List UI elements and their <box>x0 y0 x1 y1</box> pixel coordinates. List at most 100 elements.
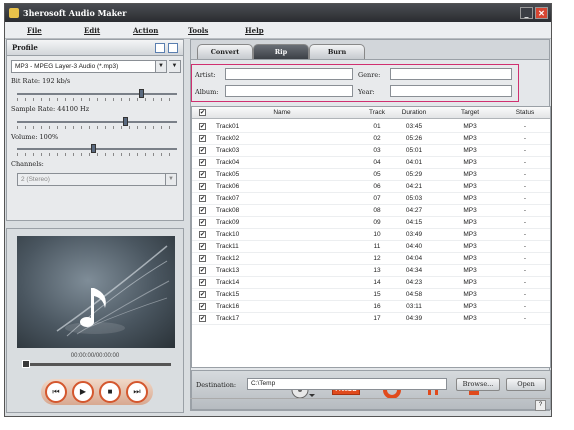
table-row[interactable]: ✔ Track15 15 04:58 MP3 - <box>192 289 550 301</box>
cd-info-box: Artist: Album: Genre: Year: <box>191 64 519 102</box>
table-row[interactable]: ✔ Track12 12 04:04 MP3 - <box>192 253 550 265</box>
track-target: MP3 <box>463 195 477 202</box>
channels-value: 2 (Stereo) <box>21 176 50 183</box>
track-table: ✔ Name Track Duration Target Status ✔ Tra… <box>191 106 551 368</box>
open-button[interactable]: Open <box>506 378 546 391</box>
browse-button[interactable]: Browse... <box>456 378 500 391</box>
title-bar: 3herosoft Audio Maker _ ✕ <box>5 4 551 22</box>
track-status: - <box>523 147 527 154</box>
table-row[interactable]: ✔ Track16 16 03:11 MP3 - <box>192 301 550 313</box>
table-row[interactable]: ✔ Track11 11 04:40 MP3 - <box>192 241 550 253</box>
menu-tools[interactable]: Tools <box>188 26 208 35</box>
select-all-checkbox[interactable]: ✔ <box>199 109 206 116</box>
row-checkbox[interactable]: ✔ <box>199 135 206 142</box>
table-row[interactable]: ✔ Track02 02 05:26 MP3 - <box>192 133 550 145</box>
help-button[interactable]: ? <box>535 400 546 411</box>
seek-knob[interactable] <box>22 360 30 368</box>
row-checkbox[interactable]: ✔ <box>199 147 206 154</box>
volume-label: Volume: 100% <box>11 133 59 141</box>
stop-button[interactable]: ■ <box>99 381 121 403</box>
table-row[interactable]: ✔ Track14 14 04:23 MP3 - <box>192 277 550 289</box>
row-checkbox[interactable]: ✔ <box>199 279 206 286</box>
row-checkbox[interactable]: ✔ <box>199 303 206 310</box>
menu-edit[interactable]: Edit <box>84 26 100 35</box>
table-row[interactable]: ✔ Track13 13 04:34 MP3 - <box>192 265 550 277</box>
tab-rip[interactable]: Rip <box>253 44 309 59</box>
channels-select[interactable]: 2 (Stereo) ▼ <box>17 173 177 186</box>
next-button[interactable]: ⏭ <box>126 381 148 403</box>
format-menu-button[interactable]: ▼ <box>169 60 181 73</box>
row-checkbox[interactable]: ✔ <box>199 291 206 298</box>
album-field[interactable] <box>225 85 353 97</box>
player-controls: ⏮ ▶ ■ ⏭ <box>41 379 153 405</box>
col-name[interactable]: Name <box>252 109 312 116</box>
destination-field[interactable]: C:\Temp <box>247 378 447 390</box>
row-checkbox[interactable]: ✔ <box>199 315 206 322</box>
menu-help[interactable]: Help <box>245 26 264 35</box>
track-number: 11 <box>373 243 381 250</box>
track-duration: 04:58 <box>405 291 423 298</box>
year-field[interactable] <box>390 85 512 97</box>
col-target[interactable]: Target <box>440 109 500 116</box>
profile-save-icon[interactable] <box>168 43 178 53</box>
track-number: 14 <box>373 279 381 286</box>
format-select[interactable]: MP3 - MPEG Layer-3 Audio (*.mp3) ▼ <box>11 60 167 73</box>
samplerate-slider-thumb[interactable] <box>122 117 128 126</box>
volume-slider-thumb[interactable] <box>90 144 96 153</box>
row-checkbox[interactable]: ✔ <box>199 159 206 166</box>
table-row[interactable]: ✔ Track03 03 05:01 MP3 - <box>192 145 550 157</box>
previous-button[interactable]: ⏮ <box>45 381 67 403</box>
close-button[interactable]: ✕ <box>535 7 548 19</box>
col-status[interactable]: Status <box>502 109 548 116</box>
row-checkbox[interactable]: ✔ <box>199 255 206 262</box>
seek-bar[interactable] <box>22 360 171 368</box>
tab-convert[interactable]: Convert <box>197 44 253 59</box>
menu-action[interactable]: Action <box>133 26 158 35</box>
track-duration: 04:23 <box>405 279 423 286</box>
row-checkbox[interactable]: ✔ <box>199 183 206 190</box>
window-title: 3herosoft Audio Maker <box>23 8 127 18</box>
row-checkbox[interactable]: ✔ <box>199 267 206 274</box>
row-checkbox[interactable]: ✔ <box>199 123 206 130</box>
row-checkbox[interactable]: ✔ <box>199 171 206 178</box>
track-status: - <box>523 207 527 214</box>
row-checkbox[interactable]: ✔ <box>199 231 206 238</box>
row-checkbox[interactable]: ✔ <box>199 243 206 250</box>
table-row[interactable]: ✔ Track04 04 04:01 MP3 - <box>192 157 550 169</box>
chevron-down-icon: ▼ <box>165 174 176 185</box>
table-row[interactable]: ✔ Track05 05 05:29 MP3 - <box>192 169 550 181</box>
minimize-button[interactable]: _ <box>520 7 533 19</box>
album-art <box>17 236 175 348</box>
samplerate-ticks <box>17 126 177 129</box>
col-duration[interactable]: Duration <box>392 109 436 116</box>
samplerate-slider[interactable] <box>17 117 177 126</box>
table-row[interactable]: ✔ Track01 01 03:45 MP3 - <box>192 121 550 133</box>
row-checkbox[interactable]: ✔ <box>199 195 206 202</box>
table-row[interactable]: ✔ Track17 17 04:39 MP3 - <box>192 313 550 325</box>
table-row[interactable]: ✔ Track10 10 03:49 MP3 - <box>192 229 550 241</box>
profile-list-icon[interactable] <box>155 43 165 53</box>
volume-slider[interactable] <box>17 144 177 153</box>
app-icon <box>9 8 19 18</box>
table-row[interactable]: ✔ Track07 07 05:03 MP3 - <box>192 193 550 205</box>
row-checkbox[interactable]: ✔ <box>199 207 206 214</box>
artist-field[interactable] <box>225 68 353 80</box>
track-duration: 03:11 <box>406 303 422 310</box>
track-name: Track03 <box>216 147 240 154</box>
play-button[interactable]: ▶ <box>72 381 94 403</box>
track-duration: 05:29 <box>405 171 423 178</box>
track-number: 05 <box>373 171 381 178</box>
bitrate-slider[interactable] <box>17 89 177 98</box>
table-row[interactable]: ✔ Track08 08 04:27 MP3 - <box>192 205 550 217</box>
table-row[interactable]: ✔ Track06 06 04:21 MP3 - <box>192 181 550 193</box>
track-status: - <box>523 135 527 142</box>
col-track[interactable]: Track <box>364 109 390 116</box>
track-status: - <box>523 219 527 226</box>
row-checkbox[interactable]: ✔ <box>199 219 206 226</box>
menu-file[interactable]: File <box>27 26 42 35</box>
table-row[interactable]: ✔ Track09 09 04:15 MP3 - <box>192 217 550 229</box>
tab-burn[interactable]: Burn <box>309 44 365 59</box>
genre-field[interactable] <box>390 68 512 80</box>
bitrate-slider-thumb[interactable] <box>138 89 144 98</box>
preview-player: 00:00:00/00:00:00 ⏮ ▶ ■ ⏭ <box>6 228 184 413</box>
